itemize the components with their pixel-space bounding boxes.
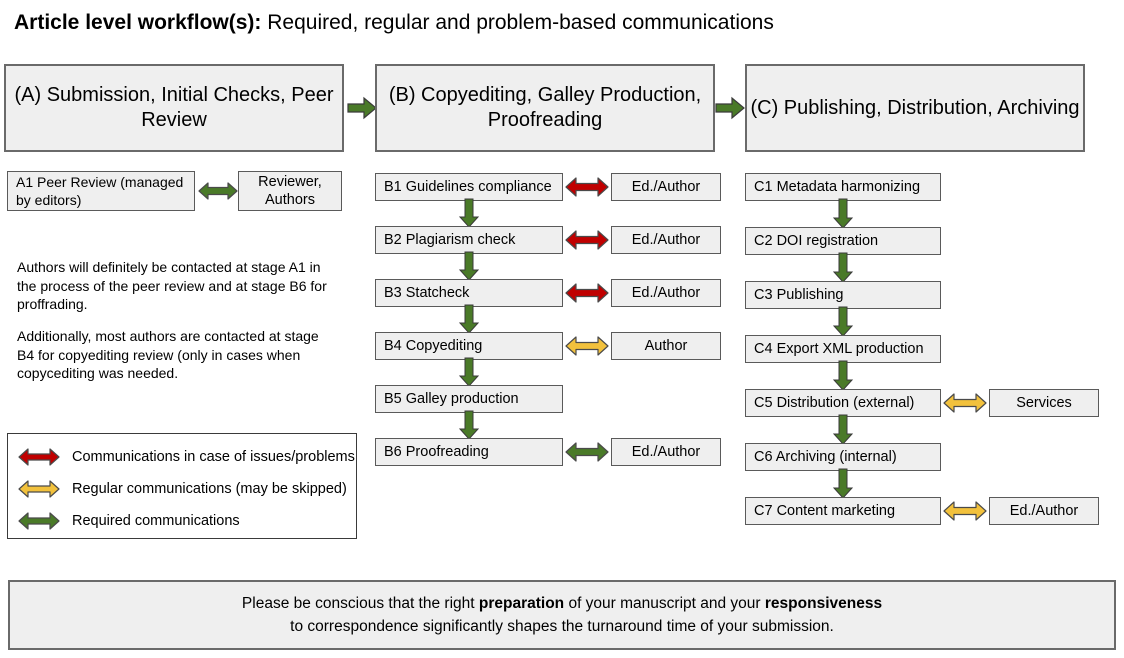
- link-arrow-b3-icon: [565, 282, 609, 304]
- stage-box-b1-label: B1 Guidelines compliance: [384, 179, 552, 195]
- stage-box-c5-label: C5 Distribution (external): [754, 395, 915, 411]
- party-box-b1-label: Ed./Author: [631, 179, 701, 195]
- page-title-rest: Required, regular and problem-based comm…: [261, 11, 774, 34]
- link-arrow-b1-icon: [565, 176, 609, 198]
- note-paragraph-1: Authors will definitely be contacted at …: [17, 259, 327, 312]
- link-arrow-b2-icon: [565, 229, 609, 251]
- stage-box-b6-label: B6 Proofreading: [384, 444, 489, 460]
- legend-item-regular: Regular communications (may be skipped): [18, 478, 347, 500]
- flow-arrow-B5-to-B6-icon: [457, 410, 481, 440]
- footer-banner: Please be conscious that the right prepa…: [8, 580, 1116, 650]
- stage-box-c6[interactable]: C6 Archiving (internal): [745, 443, 941, 471]
- party-box-c7[interactable]: Ed./Author: [989, 497, 1099, 525]
- stage-box-c3[interactable]: C3 Publishing: [745, 281, 941, 309]
- flow-arrow-B1-to-B2-icon: [457, 198, 481, 228]
- party-box-b2-label: Ed./Author: [631, 232, 701, 248]
- party-box-b3-label: Ed./Author: [631, 285, 701, 301]
- footer-bold-responsiveness: responsiveness: [764, 595, 883, 612]
- stage-box-a1[interactable]: A1 Peer Review (managed by editors): [7, 171, 195, 211]
- section-header-c-label: (C) Publishing, Distribution, Archiving: [750, 96, 1080, 119]
- legend-box: Communications in case of issues/problem…: [7, 433, 357, 539]
- stage-box-c1[interactable]: C1 Metadata harmonizing: [745, 173, 941, 201]
- party-box-c7-label: Ed./Author: [1009, 503, 1079, 519]
- note-paragraph-2: Additionally, most authors are contacted…: [17, 328, 319, 381]
- link-arrow-b6-icon: [565, 441, 609, 463]
- link-arrow-c7-icon: [943, 500, 987, 522]
- flow-arrow-C1-to-C2-icon: [831, 198, 855, 229]
- stage-box-a1-label: A1 Peer Review (managed by editors): [16, 174, 184, 208]
- footer-text-1: Please be conscious that the right: [241, 595, 479, 612]
- party-box-b2[interactable]: Ed./Author: [611, 226, 721, 254]
- flow-arrow-C4-to-C5-icon: [831, 360, 855, 391]
- stage-box-c2-label: C2 DOI registration: [754, 233, 879, 249]
- link-arrow-c5-icon: [943, 392, 987, 414]
- legend-arrow-regular-icon: [18, 479, 60, 499]
- stage-box-c3-label: C3 Publishing: [754, 287, 844, 303]
- flow-arrow-C5-to-C6-icon: [831, 414, 855, 445]
- stage-box-b5-label: B5 Galley production: [384, 391, 519, 407]
- stage-box-b6[interactable]: B6 Proofreading: [375, 438, 563, 466]
- stage-box-c7-label: C7 Content marketing: [754, 503, 896, 519]
- legend-arrow-problem-icon: [18, 447, 60, 467]
- stage-box-c4[interactable]: C4 Export XML production: [745, 335, 941, 363]
- legend-label-required: Required communications: [72, 513, 240, 529]
- flow-arrow-B2-to-B3-icon: [457, 251, 481, 281]
- flow-arrow-C2-to-C3-icon: [831, 252, 855, 283]
- link-arrow-a1-icon: [198, 178, 238, 204]
- section-header-b: (B) Copyediting, Galley Production, Proo…: [375, 64, 715, 152]
- party-box-b1[interactable]: Ed./Author: [611, 173, 721, 201]
- footer-text-3: to correspondence significantly shapes t…: [290, 618, 834, 635]
- legend-label-regular: Regular communications (may be skipped): [72, 481, 347, 497]
- stage-box-c6-label: C6 Archiving (internal): [754, 449, 897, 465]
- section-header-a: (A) Submission, Initial Checks, Peer Rev…: [4, 64, 344, 152]
- page-title-bold: Article level workflow(s):: [14, 11, 262, 34]
- flow-arrow-B4-to-B5-icon: [457, 357, 481, 387]
- section-header-c: (C) Publishing, Distribution, Archiving: [745, 64, 1085, 152]
- stage-box-b2[interactable]: B2 Plagiarism check: [375, 226, 563, 254]
- stage-box-b5[interactable]: B5 Galley production: [375, 385, 563, 413]
- party-box-c5-label: Services: [1016, 395, 1072, 411]
- legend-item-required: Required communications: [18, 510, 240, 532]
- stage-box-c4-label: C4 Export XML production: [754, 341, 924, 357]
- arrow-b-to-c-icon: [714, 94, 746, 122]
- flow-arrow-C6-to-C7-icon: [831, 468, 855, 499]
- flow-arrow-C3-to-C4-icon: [831, 306, 855, 337]
- link-arrow-b4-icon: [565, 335, 609, 357]
- party-box-b6-label: Ed./Author: [631, 444, 701, 460]
- stage-box-b4[interactable]: B4 Copyediting: [375, 332, 563, 360]
- stage-box-c5[interactable]: C5 Distribution (external): [745, 389, 941, 417]
- stage-box-c7[interactable]: C7 Content marketing: [745, 497, 941, 525]
- legend-label-problem: Communications in case of issues/problem…: [72, 449, 355, 465]
- party-box-a1-label: Reviewer, Authors: [258, 174, 322, 208]
- party-box-b3[interactable]: Ed./Author: [611, 279, 721, 307]
- page-title: Article level workflow(s): Required, reg…: [14, 10, 774, 36]
- stage-box-b2-label: B2 Plagiarism check: [384, 232, 516, 248]
- party-box-b4-label: Author: [644, 338, 688, 354]
- stage-box-b1[interactable]: B1 Guidelines compliance: [375, 173, 563, 201]
- party-box-b4[interactable]: Author: [611, 332, 721, 360]
- section-header-b-label: (B) Copyediting, Galley Production, Proo…: [388, 84, 702, 131]
- legend-arrow-required-icon: [18, 511, 60, 531]
- footer-bold-preparation: preparation: [478, 595, 565, 612]
- stage-box-b3-label: B3 Statcheck: [384, 285, 470, 301]
- party-box-c5[interactable]: Services: [989, 389, 1099, 417]
- flow-arrow-B3-to-B4-icon: [457, 304, 481, 334]
- footer-text-2: of your manuscript and your: [564, 595, 765, 612]
- party-box-b6[interactable]: Ed./Author: [611, 438, 721, 466]
- stage-box-c2[interactable]: C2 DOI registration: [745, 227, 941, 255]
- section-header-a-label: (A) Submission, Initial Checks, Peer Rev…: [14, 84, 334, 131]
- party-box-a1[interactable]: Reviewer, Authors: [238, 171, 342, 211]
- stage-box-b4-label: B4 Copyediting: [384, 338, 483, 354]
- stage-box-c1-label: C1 Metadata harmonizing: [754, 179, 921, 195]
- legend-item-problem: Communications in case of issues/problem…: [18, 446, 355, 468]
- arrow-a-to-b-icon: [346, 94, 378, 122]
- stage-box-b3[interactable]: B3 Statcheck: [375, 279, 563, 307]
